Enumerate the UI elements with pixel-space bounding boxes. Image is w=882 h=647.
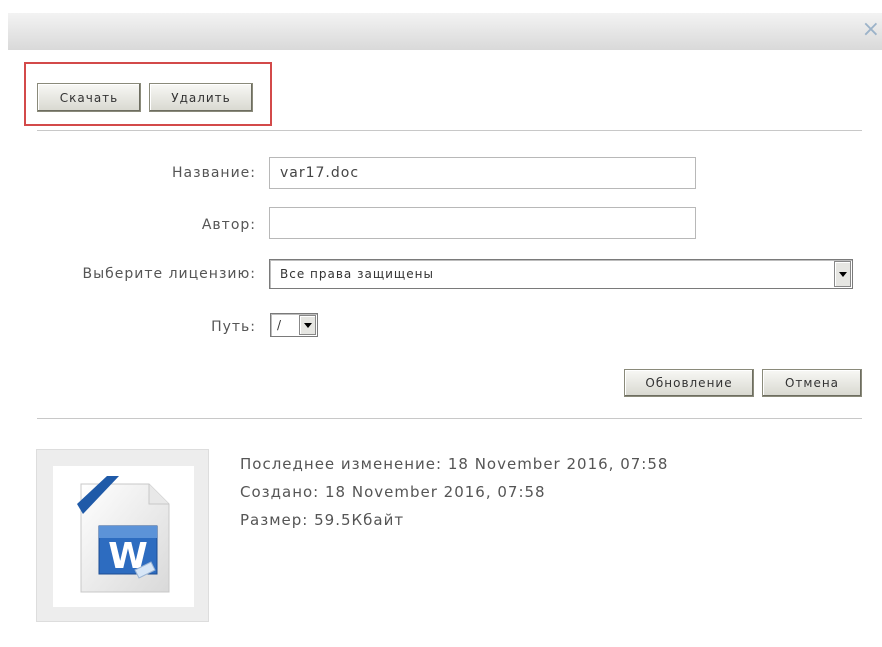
author-label: Автор:	[201, 217, 256, 233]
chevron-down-icon[interactable]	[834, 261, 851, 287]
file-thumbnail: W	[36, 449, 209, 622]
created-text: Создано: 18 November 2016, 07:58	[240, 483, 546, 501]
name-field[interactable]: var17.doc	[269, 157, 696, 189]
path-label: Путь:	[211, 319, 256, 335]
license-select[interactable]: Все права защищены	[269, 259, 853, 289]
word-document-icon: W	[77, 476, 170, 593]
chevron-down-icon[interactable]	[299, 315, 316, 335]
license-label: Выберите лицензию:	[82, 266, 256, 282]
update-button[interactable]: Обновление	[624, 369, 754, 397]
download-button[interactable]: Скачать	[37, 83, 141, 112]
file-size-text: Размер: 59.5Кбайт	[240, 511, 405, 529]
path-select[interactable]: /	[270, 313, 318, 337]
cancel-button[interactable]: Отмена	[762, 369, 862, 397]
close-icon[interactable]: ×	[862, 19, 880, 41]
delete-button[interactable]: Удалить	[149, 83, 253, 112]
last-modified-text: Последнее изменение: 18 November 2016, 0…	[240, 455, 669, 473]
author-field[interactable]	[269, 207, 696, 239]
path-selected-value: /	[277, 318, 283, 332]
top-divider	[37, 130, 862, 131]
bottom-divider	[37, 418, 862, 419]
license-selected-value: Все права защищены	[280, 267, 434, 281]
dialog-titlebar: ×	[8, 13, 882, 50]
name-label: Название:	[172, 165, 256, 181]
